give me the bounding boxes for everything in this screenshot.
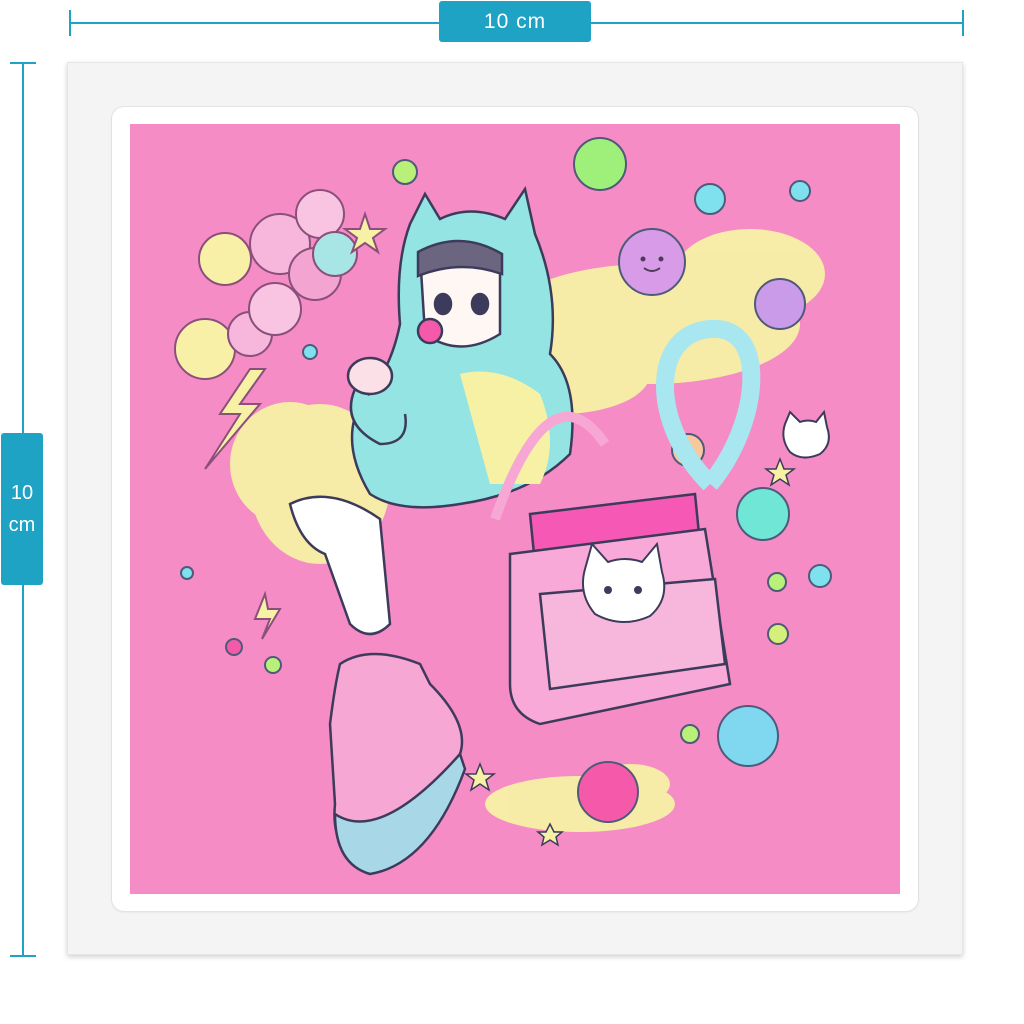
- height-dimension-unit: cm: [8, 514, 36, 536]
- height-dimension-tick-top: [10, 62, 36, 64]
- small-kitty: [782, 409, 830, 459]
- height-dimension-label: 10 cm: [1, 433, 43, 585]
- illustration-svg: [174, 137, 832, 876]
- width-dimension-tick-right: [962, 10, 964, 36]
- width-dimension-label: 10 cm: [439, 1, 591, 42]
- height-dimension-tick-bottom: [10, 955, 36, 957]
- height-dimension-value: 10: [10, 482, 34, 504]
- balloon-cluster: [174, 189, 358, 380]
- sticker-artwork: [130, 124, 900, 894]
- width-dimension-tick-left: [69, 10, 71, 36]
